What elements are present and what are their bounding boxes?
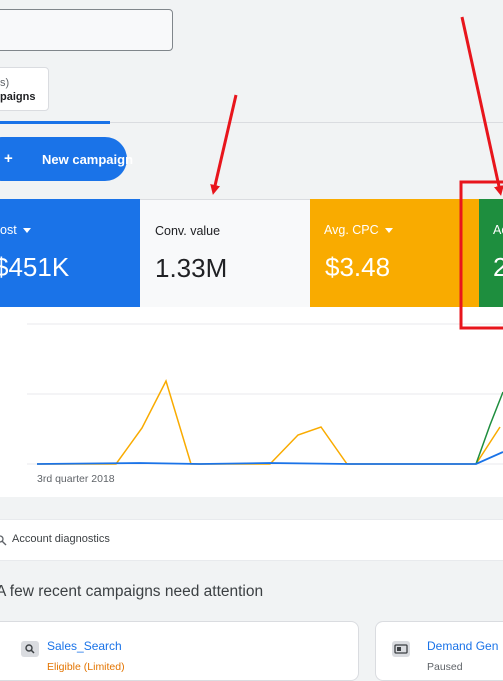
account-diagnostics-label: Account diagnostics (12, 533, 110, 545)
metric-label-cost: ost (0, 223, 31, 237)
metric-card-accounts[interactable]: Ac 2 (479, 199, 503, 307)
tab-campaigns[interactable] (0, 67, 49, 111)
search-campaign-icon (21, 641, 39, 657)
metric-card-conv-value[interactable]: Conv. value 1.33M (140, 199, 310, 307)
metric-value-cost: $451K (0, 252, 70, 282)
metric-value-conv-value: 1.33M (155, 253, 228, 283)
performance-chart (0, 307, 503, 497)
campaign-name[interactable]: Sales_Search (47, 639, 122, 653)
chart-x-axis-label: 3rd quarter 2018 (37, 473, 115, 485)
plus-icon: + (4, 150, 13, 167)
tab-active-indicator (0, 121, 110, 124)
metric-value-avg-cpc: $3.48 (325, 252, 391, 282)
metric-label-avg-cpc: Avg. CPC (324, 223, 393, 237)
campaign-status: Paused (427, 661, 463, 673)
search-icon (0, 533, 7, 551)
metric-value-accounts: 2 (493, 252, 503, 282)
campaign-name[interactable]: Demand Gen (427, 639, 498, 653)
chevron-down-icon (22, 228, 31, 234)
metric-card-avg-cpc[interactable]: Avg. CPC $3.48 (310, 199, 479, 307)
campaign-card-sales-search[interactable]: Sales_Search Eligible (Limited) (0, 621, 359, 681)
chevron-down-icon (384, 228, 393, 234)
new-campaign-label: New campaign (42, 152, 134, 167)
series-line-cpc (37, 378, 501, 465)
metric-label-conv-value: Conv. value (155, 224, 221, 238)
attention-heading: A few recent campaigns need attention (0, 583, 264, 600)
campaign-status: Eligible (Limited) (47, 661, 125, 673)
tab-sub-label: s) (0, 77, 10, 89)
metric-card-cost[interactable]: ost $451K (0, 199, 140, 307)
annotation-arrow (460, 16, 503, 196)
tab-main-label: paigns (0, 91, 36, 103)
campaign-card-demand-gen[interactable]: Demand Gen Paused (375, 621, 503, 681)
metric-label-accounts: Ac (493, 223, 503, 237)
annotation-arrow (210, 94, 238, 195)
demand-gen-icon (392, 641, 410, 657)
series-line-cost (36, 451, 503, 465)
chart-svg (27, 323, 503, 465)
search-input[interactable] (0, 9, 173, 51)
